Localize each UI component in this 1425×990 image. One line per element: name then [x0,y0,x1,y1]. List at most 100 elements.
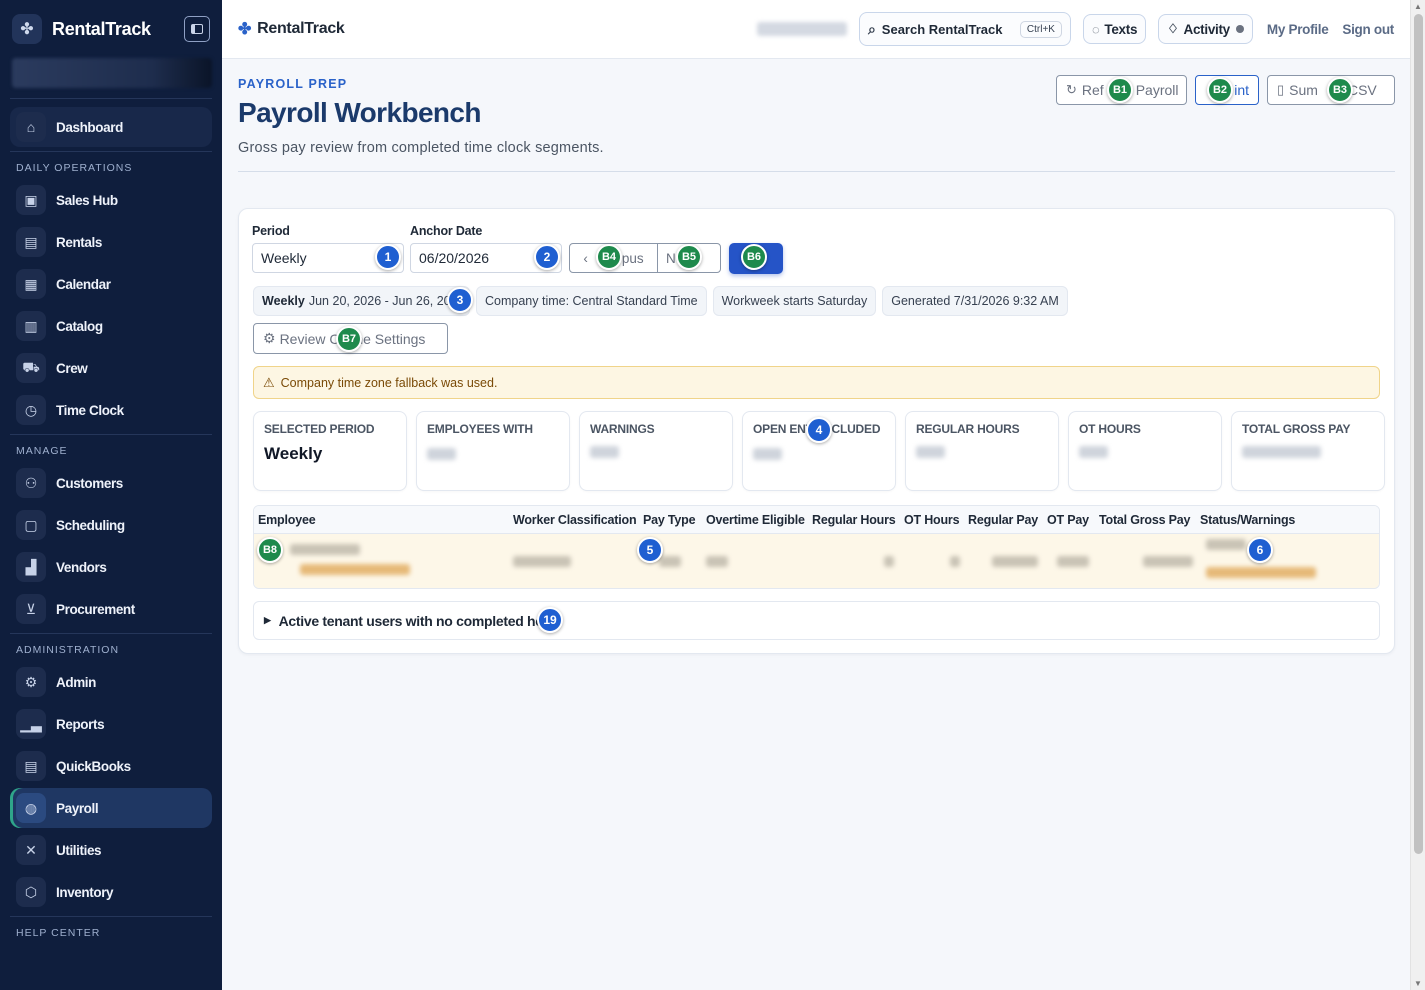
marker-2: 2 [534,244,560,270]
stat-selected-period: SELECTED PERIOD Weekly [253,411,407,491]
sidebar-item-crew[interactable]: ⛟ Crew [10,348,212,388]
sidebar-item-vendors[interactable]: ▟ Vendors [10,547,212,587]
marker-6: 6 [1247,537,1273,563]
chat-bubble-icon: ◌ [1091,21,1100,37]
column-header: Regular Pay [968,513,1039,527]
sidebar-item-quickbooks[interactable]: ▤ QuickBooks [10,746,212,786]
ledger-icon: ▤ [16,751,46,781]
sidebar-item-label: Inventory [56,884,114,900]
global-search-button[interactable]: ⌕ Search RentalTrack Ctrl+K [858,12,1071,46]
sidebar-item-dashboard[interactable]: ⌂ Dashboard [10,107,212,147]
sidebar-item-inventory[interactable]: ⬡ Inventory [10,872,212,912]
workweek-chip: Workweek starts Saturday [712,286,877,316]
main-content: PAYROLL PREP Payroll Workbench Gross pay… [222,59,1410,990]
sidebar-section-title: MANAGE [16,445,68,457]
ot-hours-redacted [950,556,960,567]
sidebar-brand: ✤ RentalTrack [0,0,222,58]
scroll-up-icon[interactable]: ▲ [1414,2,1422,11]
previous-label: pus [621,250,644,266]
stat-label: SELECTED PERIOD [264,422,375,436]
sidebar-item-scheduling[interactable]: ▢ Scheduling [10,505,212,545]
sidebar-item-label: Customers [56,475,123,491]
sidebar-item-utilities[interactable]: ✕ Utilities [10,830,212,870]
stat-value-redacted [1242,446,1322,458]
inactive-users-accordion[interactable]: ▶ Active tenant users with no completed … [253,601,1380,640]
next-label: N [666,250,676,266]
sidebar-item-label: Reports [56,716,105,732]
my-profile-link[interactable]: My Profile [1267,22,1329,37]
chip-text: Generated 7/31/2026 9:32 AM [891,294,1059,308]
pay-type-redacted [659,556,681,567]
marker-b3: B3 [1327,77,1353,103]
stat-label: WARNINGS [590,422,655,436]
bar-chart-icon: ▁▃ [16,709,46,739]
sidebar-item-time-clock[interactable]: ◷ Time Clock [10,390,212,430]
payroll-table: Employee Worker Classification Pay Type … [253,505,1380,589]
sidebar-section-title: HELP CENTER [16,927,101,939]
cart-icon: ⊻ [16,594,46,624]
sidebar-item-customers[interactable]: ⚇ Customers [10,463,212,503]
topbar-brand[interactable]: ✤ RentalTrack [238,19,345,39]
sidebar-item-label: Payroll [56,800,99,816]
status-redacted [1206,539,1246,550]
stat-value-redacted [427,448,457,460]
sidebar-item-label: Admin [56,674,96,690]
sidebar-item-procurement[interactable]: ⊻ Procurement [10,589,212,629]
redacted-phone [756,22,847,36]
sidebar-item-admin[interactable]: ⚙ Admin [10,662,212,702]
column-header: Total Gross Pay [1099,513,1191,527]
regular-pay-redacted [992,556,1038,567]
sidebar-item-catalog[interactable]: ▥ Catalog [10,306,212,346]
page-scrollbar[interactable]: ▲ ▼ [1410,0,1425,990]
user-card-icon: ▣ [16,185,46,215]
period-value: Weekly [261,250,307,266]
marker-b4: B4 [596,244,622,270]
activity-button[interactable]: ♢ Activity [1158,14,1253,44]
button-label-start: Ref [1081,82,1104,98]
stat-regular-hours: REGULAR HOURS [905,411,1059,491]
sidebar-section-title: DAILY OPERATIONS [16,162,133,174]
marker-b6: B6 [741,244,767,270]
stat-label: EMPLOYEES WITH HOURS [427,422,533,438]
chevron-left-icon: ‹ [583,250,588,266]
sign-out-link[interactable]: Sign out [1342,22,1394,37]
overtime-eligible-redacted [706,556,728,567]
schedule-icon: ▢ [16,510,46,540]
period-label: Period [252,224,290,238]
rentals-icon: ▤ [16,227,46,257]
tenant-switcher[interactable] [12,58,212,88]
warning-icon: ⚠ [263,374,275,390]
total-gross-pay-redacted [1143,556,1193,567]
sidebar-brand-name: RentalTrack [52,18,151,39]
table-row[interactable] [254,534,1379,588]
stat-value-redacted [753,448,783,460]
sidebar-toggle-button[interactable] [184,16,210,42]
sidebar-item-label: Rentals [56,234,102,250]
texts-button[interactable]: ◌ Texts [1082,14,1147,44]
stopwatch-icon: ◷ [16,395,46,425]
marker-3: 3 [447,287,473,313]
calendar-icon: ▦ [16,269,46,299]
sidebar-item-rentals[interactable]: ▤ Rentals [10,222,212,262]
topbar-brand-name: RentalTrack [257,20,345,37]
stat-label: TOTAL GROSS PAY [1242,422,1351,436]
employee-name-redacted [290,544,360,555]
sidebar-item-payroll[interactable]: ◍ Payroll [10,788,212,828]
page-eyebrow: PAYROLL PREP [238,77,348,91]
scrollbar-thumb[interactable] [1414,14,1423,854]
company-time-chip: Company time: Central Standard Time [476,286,707,316]
marker-b7: B7 [336,326,362,352]
employee-link-redacted[interactable] [300,564,410,575]
marker-b1: B1 [1107,77,1133,103]
truck-icon: ⛟ [16,353,46,383]
refresh-icon: ↻ [1066,82,1077,97]
scroll-down-icon[interactable]: ▼ [1414,979,1422,988]
sidebar-item-reports[interactable]: ▁▃ Reports [10,704,212,744]
column-header: Worker Classification [513,513,637,527]
marker-b8: B8 [257,537,283,563]
sidebar-item-calendar[interactable]: ▦ Calendar [10,264,212,304]
brand-logo-icon: ✤ [12,14,42,44]
stat-ot-hours: OT HOURS [1068,411,1222,491]
document-icon: ▯ [1277,82,1285,97]
sidebar-item-sales-hub[interactable]: ▣ Sales Hub [10,180,212,220]
